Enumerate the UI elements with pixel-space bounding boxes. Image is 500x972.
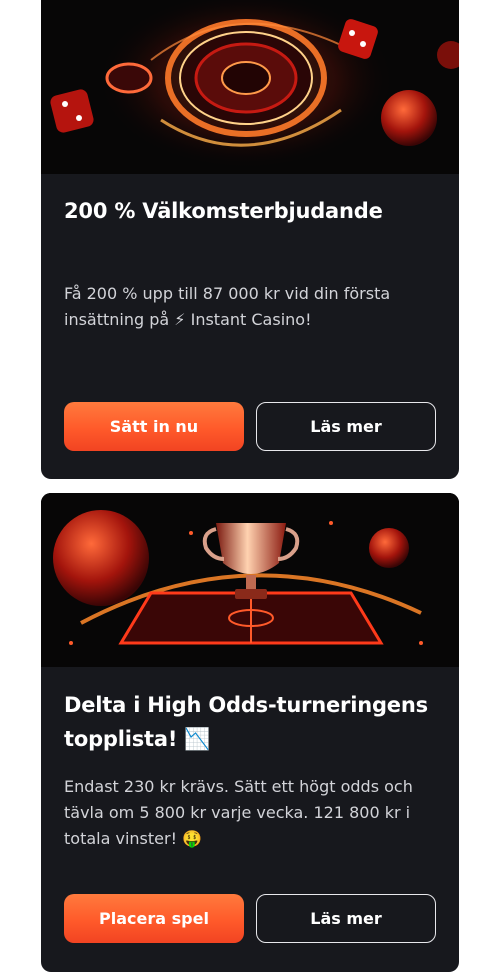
- promo-description: Få 200 % upp till 87 000 kr vid din förs…: [64, 284, 391, 329]
- promo-description: Endast 230 kr krävs. Sätt ett högt odds …: [64, 777, 413, 848]
- promo-title: Delta i High Odds-turneringens topplista…: [64, 693, 428, 751]
- read-more-button[interactable]: Läs mer: [256, 402, 436, 451]
- roulette-wheel-icon: [41, 0, 459, 174]
- tournament-promo-image: [41, 493, 459, 667]
- promo-card-welcome-bonus: 200 % Välkomsterbjudande Få 200 % upp ti…: [41, 0, 459, 479]
- read-more-button[interactable]: Läs mer: [256, 894, 436, 943]
- trophy-icon: [41, 493, 459, 667]
- promo-title: 200 % Välkomsterbjudande: [64, 199, 383, 223]
- place-bet-button[interactable]: Placera spel: [64, 894, 244, 943]
- promo-card-high-odds-tournament: Delta i High Odds-turneringens topplista…: [41, 493, 459, 972]
- roulette-promo-image: [41, 0, 459, 174]
- deposit-now-button[interactable]: Sätt in nu: [64, 402, 244, 451]
